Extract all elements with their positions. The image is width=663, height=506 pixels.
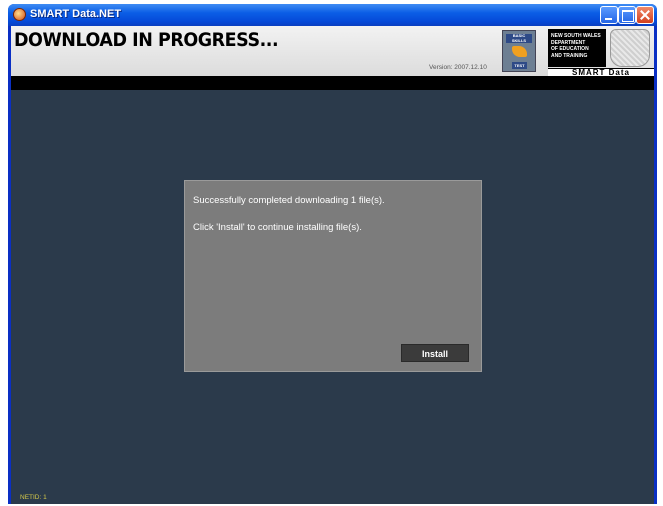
nsw-line: NEW SOUTH WALES [551,33,601,39]
title-bar[interactable]: SMART Data.NET [8,4,657,26]
nsw-det-text-block: NEW SOUTH WALES DEPARTMENT OF EDUCATION … [548,29,606,67]
smart-data-brand: SMART Data [548,68,654,77]
nsw-det-logo: NEW SOUTH WALES DEPARTMENT OF EDUCATION … [548,26,654,77]
basic-skills-test-logo: BASIC SKILLS TEST [502,30,536,72]
maximize-icon[interactable] [618,6,636,24]
window-title: SMART Data.NET [30,8,122,20]
page-title: DOWNLOAD IN PROGRESS... [14,29,279,51]
dialog-message-instruction: Click 'Install' to continue installing f… [193,222,362,233]
client-area: DOWNLOAD IN PROGRESS... Version: 2007.12… [11,26,654,504]
install-button[interactable]: Install [401,344,469,362]
minimize-icon[interactable] [600,6,618,24]
header-banner: DOWNLOAD IN PROGRESS... Version: 2007.12… [11,26,654,77]
smart-data-app-icon[interactable] [13,8,26,21]
version-label: Version: 2007.12.10 [429,64,487,71]
nsw-line: AND TRAINING [551,52,588,59]
bst-logo-bottom-text: TEST [512,62,527,69]
close-icon[interactable] [636,6,654,24]
nsw-crest-icon [610,29,650,67]
dialog-message-completed: Successfully completed downloading 1 fil… [193,195,385,206]
netid-label: NETID: 1 [20,494,47,501]
download-complete-dialog: Successfully completed downloading 1 fil… [184,180,482,372]
book-icon [512,46,527,57]
header-divider-bar [11,76,654,90]
bst-logo-top-text: BASIC SKILLS [506,33,532,43]
app-window: SMART Data.NET DOWNLOAD IN PROGRESS... V… [8,4,657,504]
